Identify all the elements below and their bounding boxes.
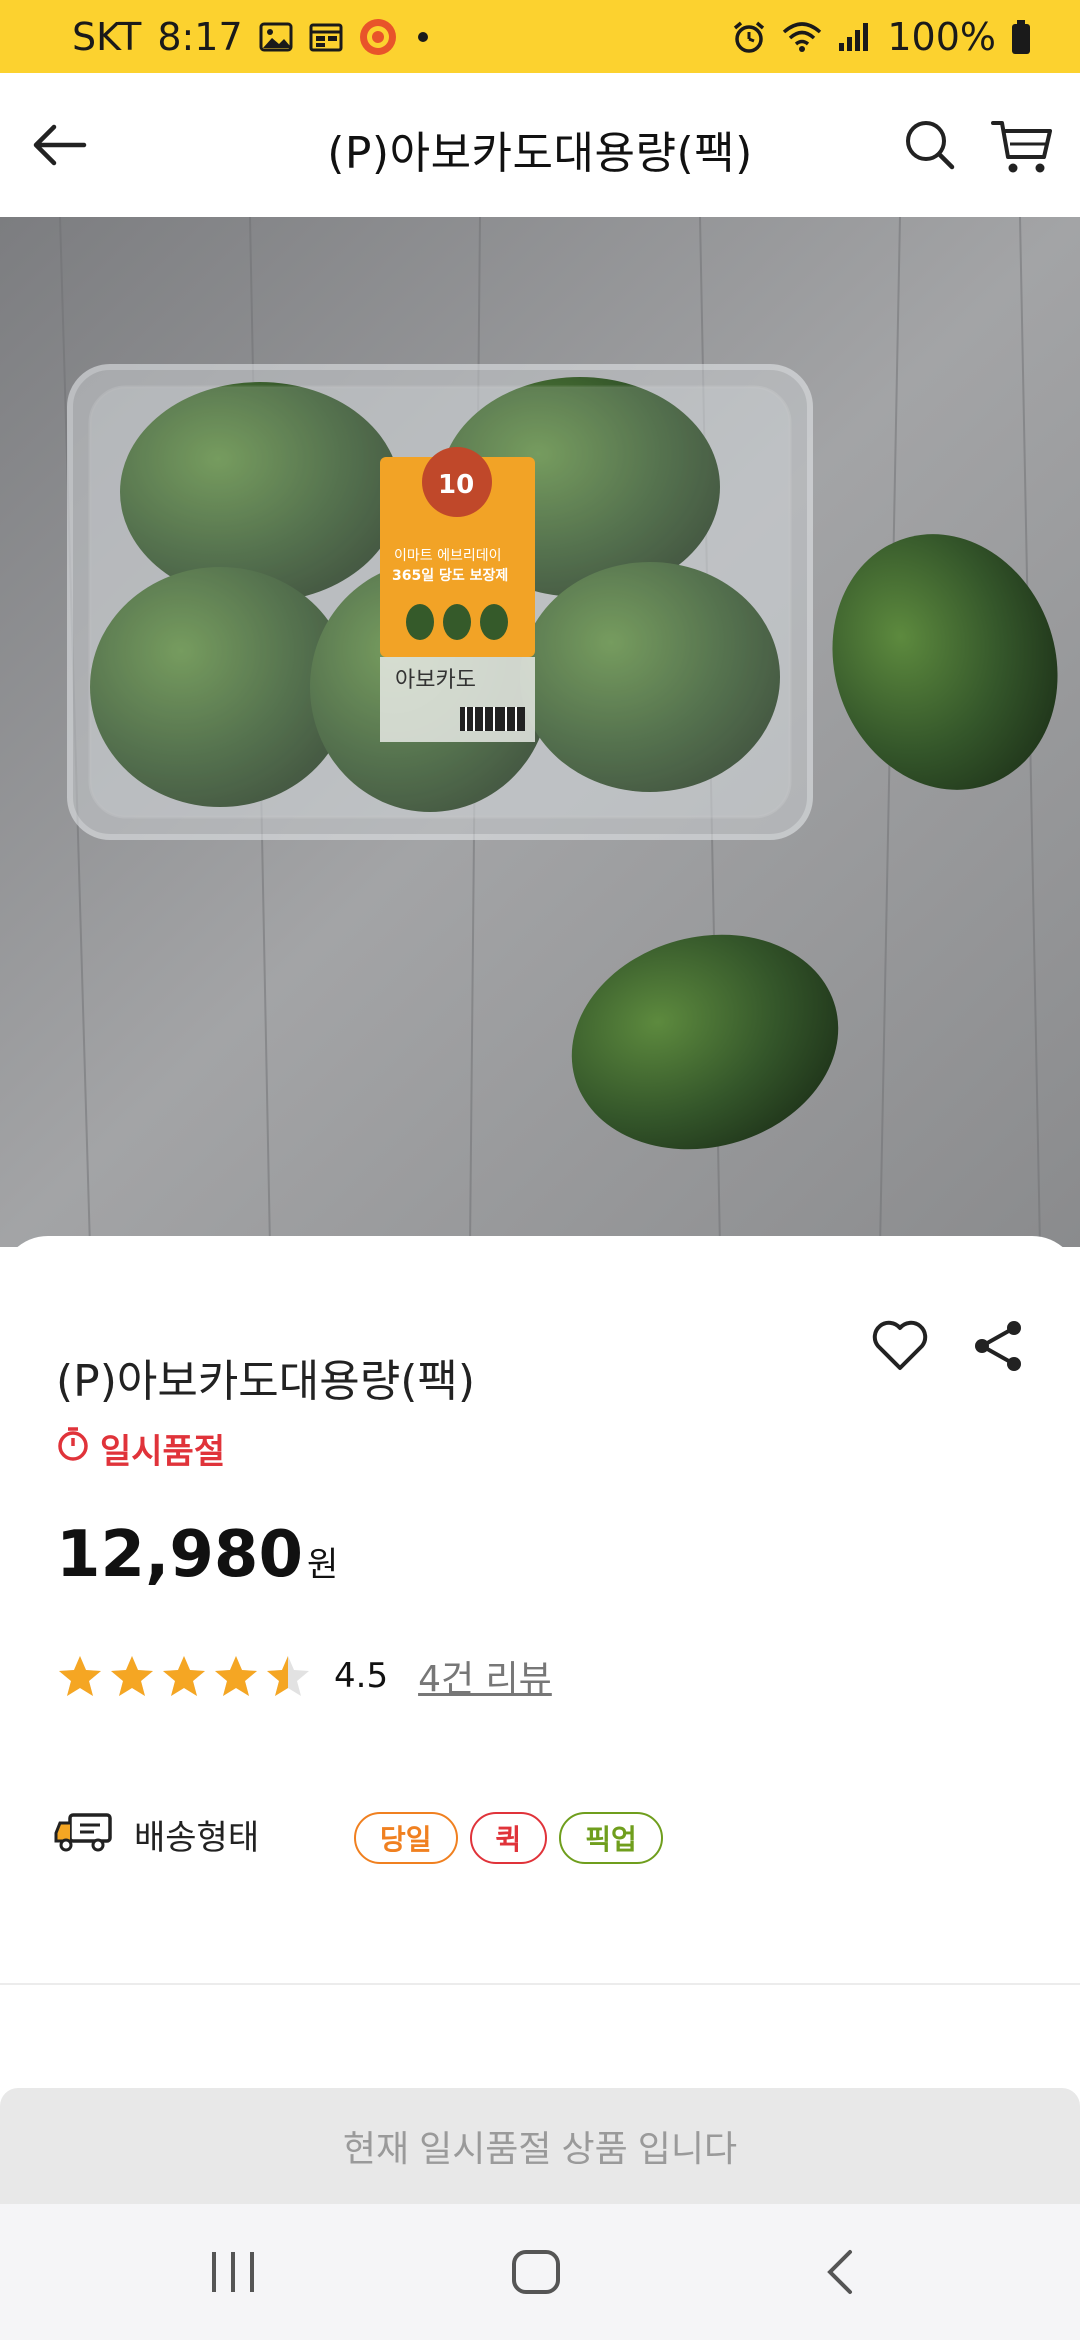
- timer-icon: [56, 1426, 90, 1471]
- status-bar: SKT 8:17 100%: [0, 0, 1080, 73]
- soldout-label: 일시품절: [100, 1432, 226, 1472]
- home-icon[interactable]: [510, 2248, 562, 2300]
- delivery-row: 배송형태: [54, 1810, 259, 1859]
- dot-icon: [413, 27, 433, 47]
- share-icon[interactable]: [970, 1318, 1026, 1374]
- wifi-icon: [781, 20, 823, 54]
- app-header: (P)아보카도대용량(팩): [0, 73, 1080, 217]
- delivery-truck-icon: [54, 1811, 114, 1859]
- section-divider: [0, 1983, 1080, 1985]
- rating-row: 4.5 4건 리뷰: [56, 1650, 552, 1702]
- delivery-chip-pickup: 픽업: [559, 1812, 663, 1864]
- star-icon: [267, 1656, 309, 1696]
- system-navbar: [0, 2204, 1080, 2340]
- delivery-chip-same-day: 당일: [354, 1812, 458, 1864]
- cart-icon[interactable]: [990, 117, 1054, 177]
- product-image[interactable]: 10 이마트 에브리데이 365일 당도 보장제 아보카도: [0, 217, 1080, 1247]
- label-brix-number: 10: [438, 470, 474, 500]
- gallery-icon: [259, 22, 293, 52]
- label-line-2: 365일 당도 보장제: [392, 567, 508, 584]
- star-icon: [163, 1656, 205, 1696]
- battery-label: 100%: [887, 14, 996, 59]
- avocado-photo: 10 이마트 에브리데이 365일 당도 보장제 아보카도: [0, 217, 1080, 1247]
- signal-icon: [837, 21, 873, 53]
- search-icon[interactable]: [902, 117, 958, 173]
- star-icon: [111, 1656, 153, 1696]
- price-value: 12,980: [56, 1518, 303, 1592]
- label-product-name: 아보카도: [395, 668, 476, 693]
- carrier-label: SKT: [72, 14, 142, 59]
- time-label: 8:17: [157, 14, 243, 59]
- nav-back-icon[interactable]: [820, 2248, 860, 2300]
- alarm-icon: [731, 20, 767, 54]
- product-name: (P)아보카도대용량(팩): [56, 1356, 476, 1407]
- star-icon: [59, 1656, 101, 1696]
- price-unit: 원: [306, 1545, 339, 1585]
- rating-score: 4.5: [334, 1656, 389, 1696]
- label-line-1: 이마트 에브리데이: [394, 548, 502, 564]
- calendar-icon: [309, 22, 343, 52]
- delivery-label: 배송형태: [134, 1818, 260, 1858]
- battery-icon: [1010, 19, 1032, 55]
- heart-icon[interactable]: [870, 1318, 930, 1374]
- review-link[interactable]: 4건 리뷰: [418, 1650, 552, 1702]
- star-icon: [215, 1656, 257, 1696]
- soldout-notice-button[interactable]: 현재 일시품절 상품 입니다: [0, 2088, 1080, 2204]
- soldout-status: 일시품절: [56, 1424, 225, 1473]
- price: 12,980 원: [56, 1518, 338, 1592]
- rating-stars: [56, 1653, 312, 1699]
- delivery-chip-quick: 퀵: [469, 1812, 548, 1864]
- record-icon: [359, 18, 397, 56]
- delivery-options: 당일 퀵 픽업: [354, 1812, 663, 1864]
- recent-apps-icon[interactable]: [208, 2250, 258, 2298]
